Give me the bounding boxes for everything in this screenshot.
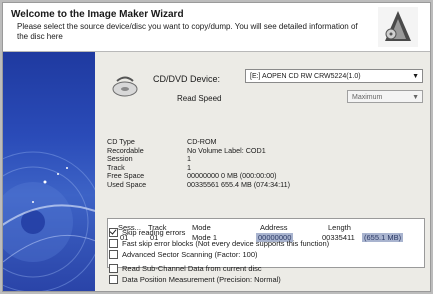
disc-info-key: Used Space: [107, 179, 147, 189]
page-description: Please select the source device/disc you…: [17, 22, 358, 41]
option-read-subchannel[interactable]: Read Sub-Channel Data from current disc: [109, 263, 329, 274]
checkbox[interactable]: [109, 250, 118, 259]
read-speed-label: Read Speed: [177, 94, 222, 103]
option-label: Advanced Sector Scanning (Factor: 100): [122, 249, 258, 259]
option-advanced-scanning[interactable]: Advanced Sector Scanning (Factor: 100): [109, 249, 329, 260]
wizard-header: Welcome to the Image Maker Wizard Please…: [3, 3, 430, 52]
disc-info-value: 00335561 655.4 MB (074:34:11): [187, 179, 290, 189]
checkbox-checked[interactable]: [109, 228, 118, 237]
optical-drive-icon: [112, 76, 138, 97]
page-title: Welcome to the Image Maker Wizard: [11, 9, 184, 20]
options-group: Skip reading errors Fast skip error bloc…: [109, 227, 329, 285]
read-speed-dropdown[interactable]: Maximum ▼: [347, 90, 423, 103]
chevron-down-icon[interactable]: ▼: [412, 91, 419, 104]
option-skip-errors[interactable]: Skip reading errors: [109, 227, 329, 238]
column-header-length[interactable]: Length: [328, 223, 351, 232]
checkbox[interactable]: [109, 239, 118, 248]
sidebar-banner: [3, 52, 95, 291]
option-position-measurement[interactable]: Data Position Measurement (Precision: No…: [109, 274, 329, 285]
option-label: Fast skip error blocks (Not every device…: [122, 238, 330, 248]
track-length-size-cell: (655.1 MB): [362, 233, 404, 242]
wizard-window: Welcome to the Image Maker Wizard Please…: [2, 2, 431, 292]
read-speed-value: Maximum: [352, 94, 383, 101]
checkbox[interactable]: [109, 264, 118, 273]
option-label: Read Sub-Channel Data from current disc: [122, 263, 262, 273]
disc-info-table: CD Type CD-ROM Recordable No Volume Labe…: [107, 137, 290, 190]
disc-info-row: Session 1: [107, 155, 290, 164]
device-label: CD/DVD Device:: [153, 74, 221, 84]
disc-info-row: Used Space 00335561 655.4 MB (074:34:11): [107, 179, 290, 190]
chevron-down-icon[interactable]: ▼: [412, 70, 419, 84]
option-label: Skip reading errors: [122, 227, 186, 237]
disc-info-value: No Volume Label: COD1: [187, 145, 266, 155]
cd-disc-icon: [3, 151, 95, 291]
checkbox[interactable]: [109, 275, 118, 284]
option-label: Data Position Measurement (Precision: No…: [122, 274, 281, 284]
disc-info-row: Recordable No Volume Label: COD1: [107, 145, 290, 156]
device-dropdown-value: [E:] AOPEN CD RW CRW5224(1.0): [250, 73, 361, 80]
wizard-logo-icon: [378, 7, 418, 47]
device-dropdown[interactable]: [E:] AOPEN CD RW CRW5224(1.0) ▼: [245, 69, 423, 83]
option-fast-skip[interactable]: Fast skip error blocks (Not every device…: [109, 238, 329, 249]
